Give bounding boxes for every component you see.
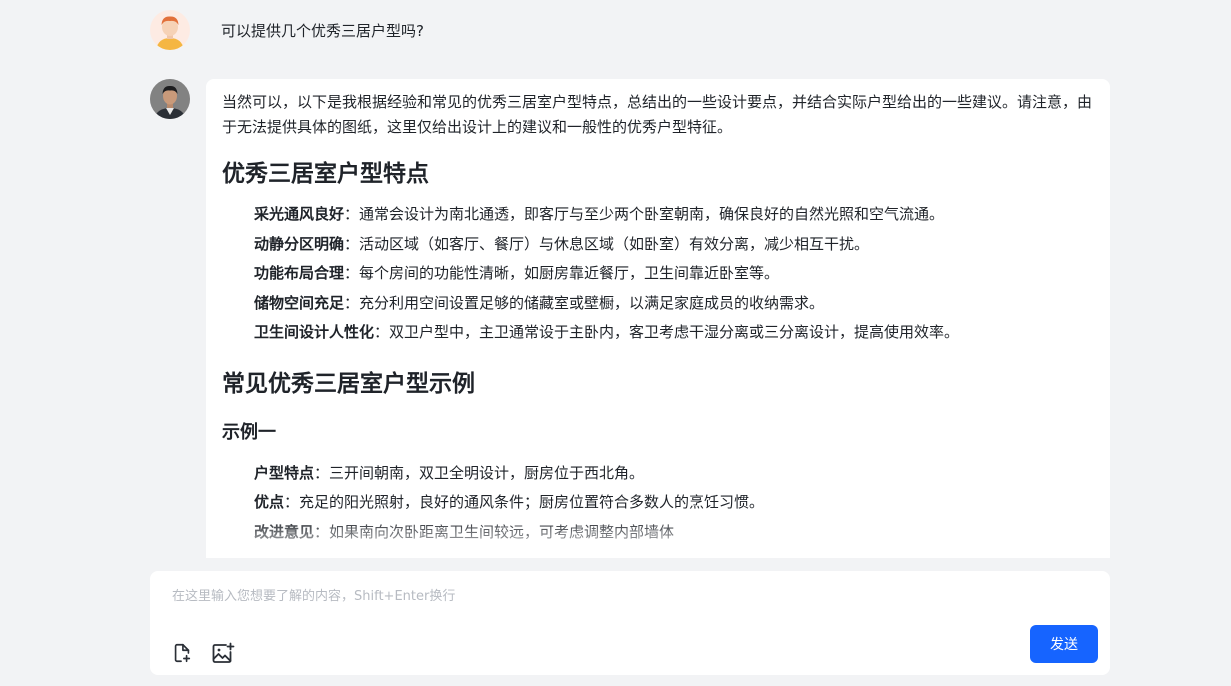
list-item: 户型特点：三开间朝南，双卫全明设计，厨房位于西北角。 — [254, 463, 645, 482]
list-item: 功能布局合理：每个房间的功能性清晰，如厨房靠近餐厅，卫生间靠近卧室等。 — [254, 264, 780, 282]
file-plus-icon — [174, 643, 191, 663]
upload-file-button[interactable] — [170, 641, 194, 665]
chat-input[interactable] — [170, 583, 1074, 617]
list-item: 改进意见：如果南向次卧距离卫生间较远，可考虑调整内部墙体 — [254, 522, 675, 541]
upload-image-button[interactable] — [211, 641, 235, 665]
assistant-answer: 当然可以，以下是我根据经验和常见的优秀三居室户型特点，总结出的一些设计要点，并结… — [206, 79, 1110, 558]
list-item: 卫生间设计人性化：双卫户型中，主卫通常设于主卧内，客卫考虑干湿分离或三分离设计，… — [254, 323, 960, 341]
list-item: 储物空间充足：充分利用空间设置足够的储藏室或壁橱，以满足家庭成员的收纳需求。 — [254, 293, 825, 312]
user-message: 可以提供几个优秀三居户型吗? — [221, 22, 424, 40]
section-title-examples: 常见优秀三居室户型示例 — [222, 370, 475, 397]
send-button[interactable]: 发送 — [1030, 625, 1098, 663]
features-list: 采光通风良好：通常会设计为南北通透，即客厅与至少两个卧室朝南，确保良好的自然光照… — [222, 200, 1094, 348]
example-title: 示例一 — [222, 421, 276, 443]
assistant-avatar — [150, 79, 190, 119]
section-title-features: 优秀三居室户型特点 — [222, 161, 429, 187]
list-item: 动静分区明确：活动区域（如客厅、餐厅）与休息区域（如卧室）有效分离，减少相互干扰… — [254, 234, 870, 253]
chat-input-box: 发送 — [150, 571, 1110, 675]
answer-intro: 当然可以，以下是我根据经验和常见的优秀三居室户型特点，总结出的一些设计要点，并结… — [222, 93, 1093, 136]
image-plus-icon — [212, 642, 235, 663]
user-avatar — [150, 10, 190, 50]
list-item: 优点：充足的阳光照射，良好的通风条件；厨房位置符合多数人的烹饪习惯。 — [254, 493, 765, 511]
example-list: 户型特点：三开间朝南，双卫全明设计，厨房位于西北角。 优点：充足的阳光照射，良好… — [222, 459, 1094, 548]
list-item: 采光通风良好：通常会设计为南北通透，即客厅与至少两个卧室朝南，确保良好的自然光照… — [254, 205, 945, 223]
